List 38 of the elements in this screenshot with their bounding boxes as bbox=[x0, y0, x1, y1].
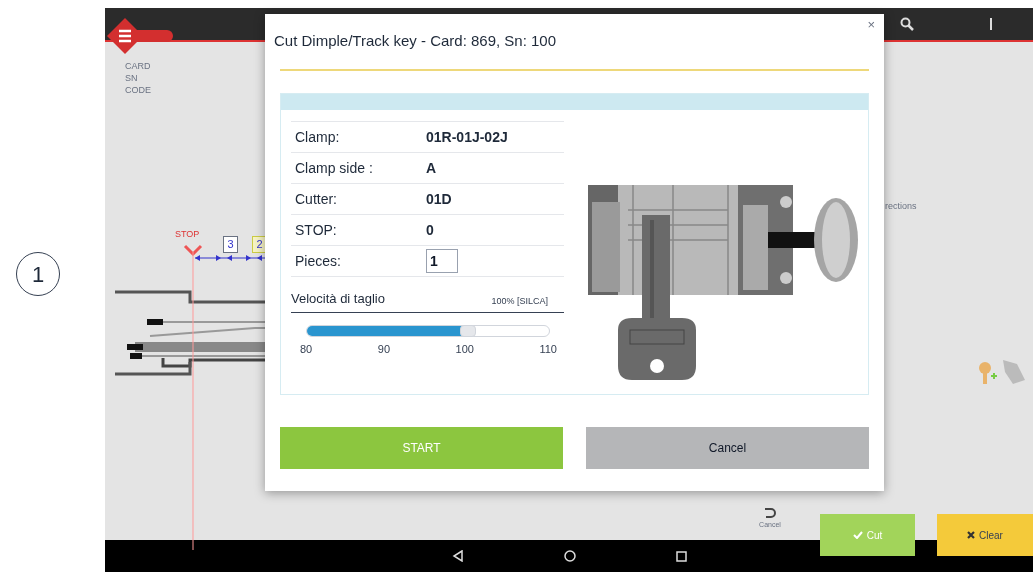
field-label: Clamp: bbox=[295, 127, 341, 147]
tick-label: 110 bbox=[539, 341, 557, 357]
field-value: 01R-01J-02J bbox=[426, 127, 508, 147]
recents-icon[interactable] bbox=[675, 550, 687, 562]
speed-slider[interactable] bbox=[306, 324, 550, 337]
dialog-title: Cut Dimple/Track key - Card: 869, Sn: 100 bbox=[274, 31, 557, 52]
position-label: 3 bbox=[223, 236, 238, 253]
back-icon[interactable] bbox=[451, 550, 464, 562]
pieces-input[interactable]: 1 bbox=[426, 249, 458, 273]
home-icon[interactable] bbox=[563, 550, 576, 562]
tick-label: 90 bbox=[377, 341, 391, 357]
field-value: A bbox=[426, 158, 437, 178]
clear-button[interactable]: Clear bbox=[937, 514, 1033, 556]
info-label: CODE bbox=[125, 84, 151, 96]
dimension-arrows bbox=[193, 254, 265, 262]
keys-icon bbox=[977, 358, 1027, 386]
field-label: Clamp side : bbox=[295, 158, 374, 178]
field-value: 0 bbox=[426, 220, 434, 240]
speed-reading: 100% [SILCA] bbox=[491, 295, 549, 308]
more-icon[interactable] bbox=[989, 18, 993, 30]
info-label: SN bbox=[125, 72, 139, 84]
info-label: CARD bbox=[125, 60, 151, 72]
check-icon bbox=[852, 531, 863, 539]
close-icon bbox=[967, 531, 976, 539]
field-label: STOP: bbox=[295, 220, 338, 240]
field-value: 01D bbox=[426, 189, 452, 209]
tick-label: 100 bbox=[455, 341, 474, 357]
close-button[interactable]: × bbox=[867, 18, 875, 31]
undo-icon bbox=[763, 505, 777, 520]
cancel-button[interactable]: Cancel bbox=[586, 427, 869, 469]
search-icon[interactable] bbox=[900, 17, 914, 31]
tick-label: 80 bbox=[300, 341, 313, 357]
stop-label: STOP bbox=[175, 228, 200, 241]
field-label: Cutter: bbox=[295, 189, 338, 209]
speed-label: Velocità di taglio bbox=[291, 290, 385, 308]
menu-text: rections bbox=[885, 200, 917, 213]
slider-thumb[interactable] bbox=[460, 324, 477, 337]
field-label: Pieces: bbox=[295, 251, 342, 271]
